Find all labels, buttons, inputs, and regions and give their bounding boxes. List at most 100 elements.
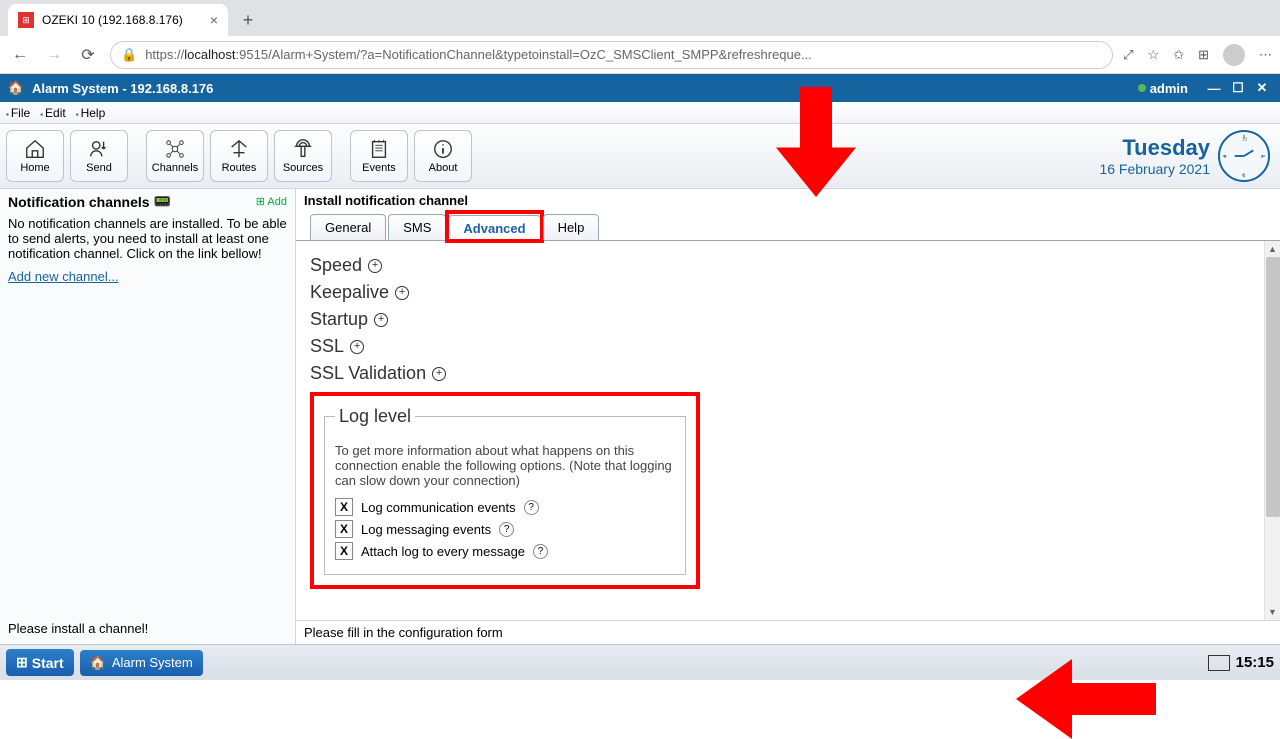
log-level-legend: Log level bbox=[335, 406, 415, 427]
tab-sms[interactable]: SMS bbox=[388, 214, 446, 240]
help-icon[interactable]: ? bbox=[533, 544, 548, 559]
sidebar-title: Notification channels bbox=[8, 194, 150, 210]
checkbox-attach-log[interactable]: X bbox=[335, 542, 353, 560]
taskbar: ⊞Start 🏠Alarm System 15:15 bbox=[0, 644, 1280, 680]
home-icon bbox=[24, 138, 46, 160]
main-footer: Please fill in the configuration form bbox=[296, 620, 1280, 644]
status-dot-icon bbox=[1138, 84, 1146, 92]
scroll-down-icon[interactable]: ▼ bbox=[1265, 604, 1280, 620]
read-aloud-icon[interactable]: ⤢ bbox=[1123, 47, 1133, 63]
channels-icon bbox=[164, 138, 186, 160]
date-label: 16 February 2021 bbox=[1099, 161, 1210, 177]
events-icon bbox=[368, 138, 390, 160]
svg-text:12: 12 bbox=[1242, 136, 1248, 141]
svg-text:6: 6 bbox=[1242, 172, 1245, 177]
menu-help[interactable]: Help bbox=[76, 106, 106, 120]
start-button[interactable]: ⊞Start bbox=[6, 649, 74, 676]
app-titlebar: 🏠 Alarm System - 192.168.8.176 admin — ☐… bbox=[0, 74, 1280, 102]
browser-tab[interactable]: ⊞ OZEKI 10 (192.168.8.176) × bbox=[8, 4, 228, 36]
sidebar-footer: Please install a channel! bbox=[8, 617, 287, 640]
taskbar-app-button[interactable]: 🏠Alarm System bbox=[80, 650, 203, 676]
help-icon[interactable]: ? bbox=[499, 522, 514, 537]
clock-icon: 12 3 6 9 bbox=[1218, 130, 1270, 182]
checkbox-log-comm[interactable]: X bbox=[335, 498, 353, 516]
help-icon[interactable]: ? bbox=[524, 500, 539, 515]
section-startup[interactable]: Startup+ bbox=[310, 309, 1266, 330]
svg-text:9: 9 bbox=[1224, 154, 1227, 159]
sources-icon bbox=[292, 138, 314, 160]
browser-tab-strip: ⊞ OZEKI 10 (192.168.8.176) × + bbox=[0, 0, 1280, 36]
menu-file[interactable]: File bbox=[6, 106, 30, 120]
expand-icon[interactable]: + bbox=[350, 340, 364, 354]
main-body: Speed+ Keepalive+ Startup+ SSL+ SSL Vali… bbox=[296, 241, 1280, 620]
expand-icon[interactable]: + bbox=[395, 286, 409, 300]
scrollbar[interactable]: ▲ ▼ bbox=[1264, 241, 1280, 620]
toolbar: Home Send Channels Routes Sources Events… bbox=[0, 124, 478, 188]
back-button[interactable]: ← bbox=[8, 43, 32, 67]
app-icon: 🏠 bbox=[6, 78, 26, 98]
tabs: General SMS Advanced Help bbox=[296, 212, 1280, 241]
tab-general[interactable]: General bbox=[310, 214, 386, 240]
sidebar: Notification channels 📟 ⊞ Add No notific… bbox=[0, 189, 296, 644]
about-button[interactable]: About bbox=[414, 130, 472, 182]
send-icon bbox=[88, 138, 110, 160]
section-keepalive[interactable]: Keepalive+ bbox=[310, 282, 1266, 303]
more-icon[interactable]: ⋯ bbox=[1259, 47, 1272, 63]
close-tab-icon[interactable]: × bbox=[210, 12, 218, 28]
favorites-bar-icon[interactable]: ✩ bbox=[1173, 47, 1184, 63]
forward-button: → bbox=[42, 43, 66, 67]
tab-title: OZEKI 10 (192.168.8.176) bbox=[42, 13, 183, 27]
main-title: Install notification channel bbox=[296, 189, 1280, 212]
sources-button[interactable]: Sources bbox=[274, 130, 332, 182]
collections-icon[interactable]: ⊞ bbox=[1198, 47, 1209, 63]
expand-icon[interactable]: + bbox=[374, 313, 388, 327]
log-level-group: Log level To get more information about … bbox=[310, 392, 700, 589]
address-bar[interactable]: 🔒 https://localhost:9515/Alarm+System/?a… bbox=[110, 41, 1113, 69]
profile-avatar[interactable] bbox=[1223, 44, 1245, 66]
log-level-description: To get more information about what happe… bbox=[335, 443, 675, 488]
new-tab-button[interactable]: + bbox=[234, 6, 262, 34]
keyboard-icon[interactable] bbox=[1208, 655, 1230, 671]
scroll-up-icon[interactable]: ▲ bbox=[1265, 241, 1280, 257]
events-button[interactable]: Events bbox=[350, 130, 408, 182]
checkbox-log-msg[interactable]: X bbox=[335, 520, 353, 538]
reload-button[interactable]: ⟳ bbox=[76, 43, 100, 67]
browser-toolbar: ← → ⟳ 🔒 https://localhost:9515/Alarm+Sys… bbox=[0, 36, 1280, 74]
channel-icon: 📟 bbox=[154, 193, 171, 210]
scroll-thumb[interactable] bbox=[1266, 257, 1280, 517]
home-button[interactable]: Home bbox=[6, 130, 64, 182]
expand-icon[interactable]: + bbox=[368, 259, 382, 273]
start-icon: ⊞ bbox=[16, 654, 28, 671]
close-button[interactable]: ✕ bbox=[1250, 77, 1274, 99]
minimize-button[interactable]: — bbox=[1202, 77, 1226, 99]
add-new-channel-link[interactable]: Add new channel... bbox=[8, 269, 287, 284]
lock-icon: 🔒 bbox=[121, 47, 137, 63]
add-channel-link[interactable]: ⊞ Add bbox=[256, 195, 287, 208]
main-panel: Install notification channel General SMS… bbox=[296, 189, 1280, 644]
app-title: Alarm System - 192.168.8.176 bbox=[32, 81, 213, 96]
channels-button[interactable]: Channels bbox=[146, 130, 204, 182]
top-zone: Home Send Channels Routes Sources Events… bbox=[0, 124, 1280, 189]
menu-edit[interactable]: Edit bbox=[40, 106, 66, 120]
routes-icon bbox=[228, 138, 250, 160]
section-ssl[interactable]: SSL+ bbox=[310, 336, 1266, 357]
section-speed[interactable]: Speed+ bbox=[310, 255, 1266, 276]
user-label[interactable]: admin bbox=[1150, 81, 1188, 96]
svg-text:3: 3 bbox=[1261, 154, 1264, 159]
favicon-icon: ⊞ bbox=[18, 12, 34, 28]
about-icon bbox=[432, 138, 454, 160]
sidebar-description: No notification channels are installed. … bbox=[8, 216, 287, 261]
expand-icon[interactable]: + bbox=[432, 367, 446, 381]
maximize-button[interactable]: ☐ bbox=[1226, 77, 1250, 99]
weekday-label: Tuesday bbox=[1099, 135, 1210, 161]
taskbar-clock[interactable]: 15:15 bbox=[1236, 654, 1274, 671]
app-icon: 🏠 bbox=[90, 655, 106, 671]
tab-advanced[interactable]: Advanced bbox=[448, 215, 540, 241]
routes-button[interactable]: Routes bbox=[210, 130, 268, 182]
section-ssl-validation[interactable]: SSL Validation+ bbox=[310, 363, 1266, 384]
tab-help[interactable]: Help bbox=[543, 214, 600, 240]
send-button[interactable]: Send bbox=[70, 130, 128, 182]
date-widget: Tuesday 16 February 2021 12 3 6 9 bbox=[1089, 124, 1280, 188]
favorite-icon[interactable]: ☆ bbox=[1148, 47, 1160, 63]
menu-bar: File Edit Help bbox=[0, 102, 1280, 124]
